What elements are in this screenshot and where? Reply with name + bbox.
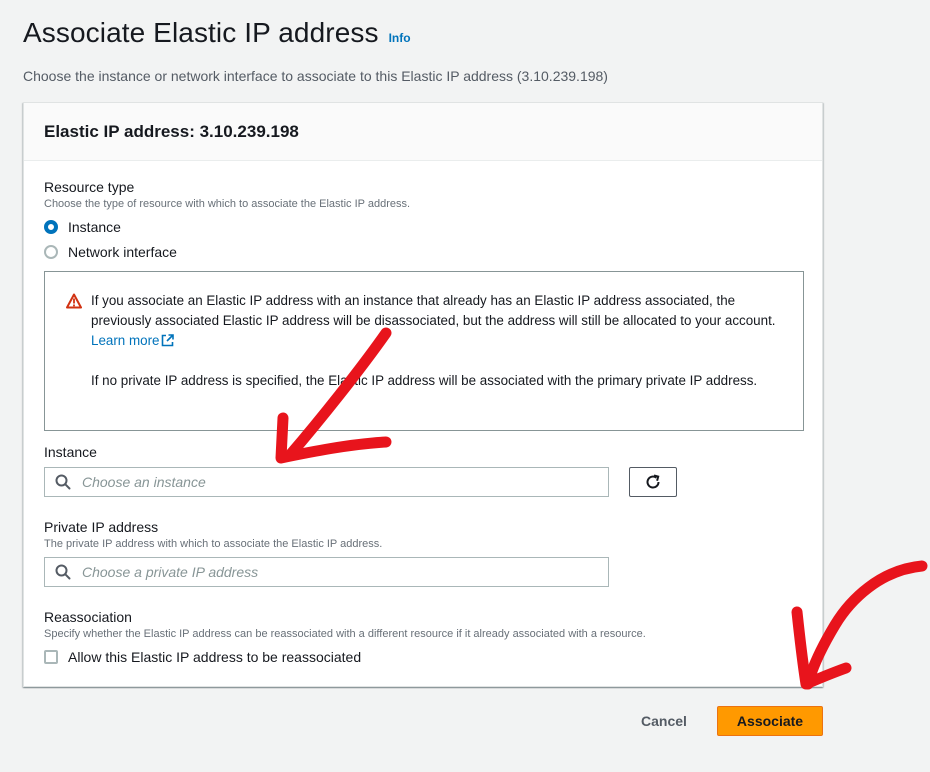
page-title: Associate Elastic IP address bbox=[23, 17, 379, 48]
learn-more-label: Learn more bbox=[91, 333, 160, 348]
alert-text-1: If you associate an Elastic IP address w… bbox=[91, 293, 776, 328]
associate-button[interactable]: Associate bbox=[717, 706, 823, 736]
instance-field[interactable] bbox=[80, 473, 608, 491]
search-icon bbox=[55, 474, 71, 490]
private-ip-description: The private IP address with which to ass… bbox=[44, 538, 383, 550]
radio-network-interface-label: Network interface bbox=[68, 244, 177, 260]
reassociation-description: Specify whether the Elastic IP address c… bbox=[44, 628, 646, 640]
reassociation-checkbox[interactable] bbox=[44, 650, 58, 664]
instance-search-input[interactable] bbox=[44, 467, 609, 497]
refresh-icon bbox=[646, 474, 660, 489]
info-link[interactable]: Info bbox=[389, 31, 411, 45]
associate-panel: Elastic IP address: 3.10.239.198 Resourc… bbox=[23, 102, 823, 687]
info-alert: If you associate an Elastic IP address w… bbox=[44, 271, 804, 431]
radio-network-interface-control[interactable] bbox=[44, 245, 58, 259]
alert-text: If you associate an Elastic IP address w… bbox=[91, 291, 781, 391]
page-description: Choose the instance or network interface… bbox=[23, 68, 608, 84]
radio-network-interface[interactable]: Network interface bbox=[44, 244, 177, 260]
external-link-icon bbox=[162, 334, 175, 347]
radio-instance[interactable]: Instance bbox=[44, 219, 121, 235]
reassociation-checkbox-label: Allow this Elastic IP address to be reas… bbox=[68, 649, 362, 665]
panel-title: Elastic IP address: 3.10.239.198 bbox=[44, 122, 299, 141]
panel-header: Elastic IP address: 3.10.239.198 bbox=[24, 103, 822, 161]
cancel-button[interactable]: Cancel bbox=[627, 706, 701, 736]
private-ip-field[interactable] bbox=[80, 563, 608, 581]
learn-more-link[interactable]: Learn more bbox=[91, 333, 175, 348]
alert-text-2: If no private IP address is specified, t… bbox=[91, 373, 758, 388]
radio-instance-control[interactable] bbox=[44, 220, 58, 234]
reassociation-label: Reassociation bbox=[44, 609, 132, 625]
private-ip-search-input[interactable] bbox=[44, 557, 609, 587]
instance-label: Instance bbox=[44, 444, 97, 460]
refresh-button[interactable] bbox=[629, 467, 677, 497]
search-icon bbox=[55, 564, 71, 580]
warning-triangle-icon bbox=[66, 293, 82, 309]
page: Associate Elastic IP address Info Choose… bbox=[0, 0, 930, 772]
reassociation-checkbox-row[interactable]: Allow this Elastic IP address to be reas… bbox=[44, 649, 361, 665]
resource-type-description: Choose the type of resource with which t… bbox=[44, 198, 411, 210]
radio-instance-label: Instance bbox=[68, 219, 121, 235]
private-ip-label: Private IP address bbox=[44, 519, 159, 535]
annotation-arrow-associate bbox=[802, 560, 928, 690]
resource-type-label: Resource type bbox=[44, 179, 135, 195]
page-title-row: Associate Elastic IP address Info bbox=[23, 17, 411, 49]
